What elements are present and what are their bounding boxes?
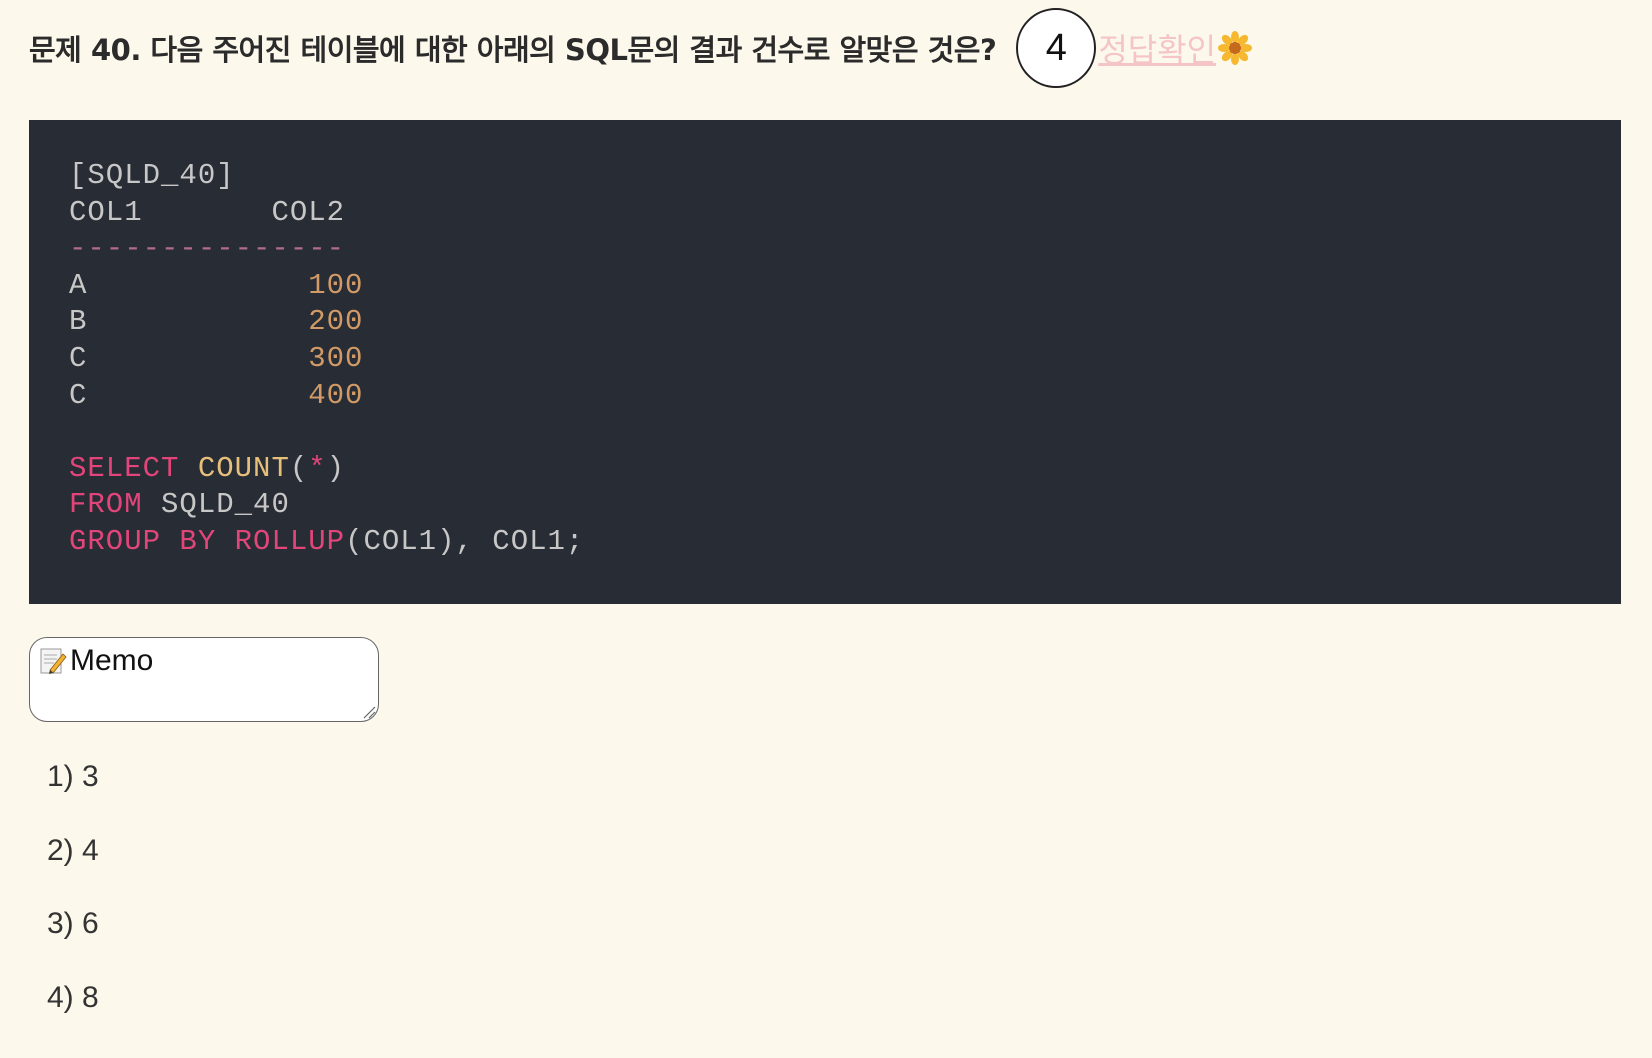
rollup-args: (COL1), COL1; [345, 524, 585, 558]
memo-textarea[interactable]: Memo [29, 637, 379, 722]
question-header: 문제 40. 다음 주어진 테이블에 대한 아래의 SQL문의 결과 건수로 알… [29, 8, 1253, 88]
open-paren: ( [289, 451, 309, 485]
sql-from-line: FROM SQLD_40 [69, 487, 1581, 524]
cell-col1: C [69, 341, 88, 375]
resize-handle-icon[interactable] [362, 705, 376, 719]
group-keyword: GROUP [69, 524, 162, 558]
table-row: B 200 [69, 304, 1581, 341]
header-col2: COL2 [271, 195, 346, 229]
count-function: COUNT [197, 451, 290, 485]
rollup-keyword: ROLLUP [234, 524, 346, 558]
code-line-table-name: [SQLD_40] [69, 159, 235, 192]
cell-col1: C [69, 378, 88, 412]
cell-col2: 100 [308, 268, 364, 302]
option-4[interactable]: 4) 8 [47, 976, 99, 1050]
header-col1: COL1 [69, 195, 143, 229]
answer-options: 1) 3 2) 4 3) 6 4) 8 [47, 755, 99, 1049]
question-title: 문제 40. 다음 주어진 테이블에 대한 아래의 SQL문의 결과 건수로 알… [29, 33, 997, 67]
memo-label-wrap: Memo [38, 644, 153, 678]
table-row: A 100 [69, 268, 1581, 305]
cell-col2: 400 [308, 378, 364, 412]
select-keyword: SELECT [69, 451, 180, 485]
star-token: * [308, 451, 327, 485]
answer-badge: 4 [1016, 8, 1097, 88]
option-1[interactable]: 1) 3 [47, 755, 99, 829]
check-answer-link[interactable]: 정답확인 [1098, 25, 1216, 71]
code-block: [SQLD_40] COL1 COL2 --------------- A 10… [29, 120, 1621, 604]
code-line-headers: COL1 COL2 [69, 195, 1581, 232]
table-row: C 300 [69, 341, 1581, 378]
by-keyword: BY [179, 524, 217, 558]
option-2[interactable]: 2) 4 [47, 829, 99, 903]
table-name: SQLD_40 [161, 488, 290, 522]
sql-group-line: GROUP BY ROLLUP(COL1), COL1; [69, 524, 1581, 561]
memo-label: Memo [70, 644, 154, 677]
close-paren: ) [326, 451, 346, 485]
cell-col1: B [69, 305, 88, 339]
code-line-separator: --------------- [69, 232, 346, 266]
option-3[interactable]: 3) 6 [47, 902, 99, 976]
cell-col2: 300 [308, 341, 364, 375]
table-row: C 400 [69, 378, 1581, 415]
from-keyword: FROM [69, 488, 143, 522]
cell-col2: 200 [308, 305, 364, 339]
cell-col1: A [69, 268, 88, 302]
memo-icon [40, 648, 67, 674]
sql-select-line: SELECT COUNT(*) [69, 451, 1581, 488]
sunflower-icon [1218, 31, 1253, 65]
